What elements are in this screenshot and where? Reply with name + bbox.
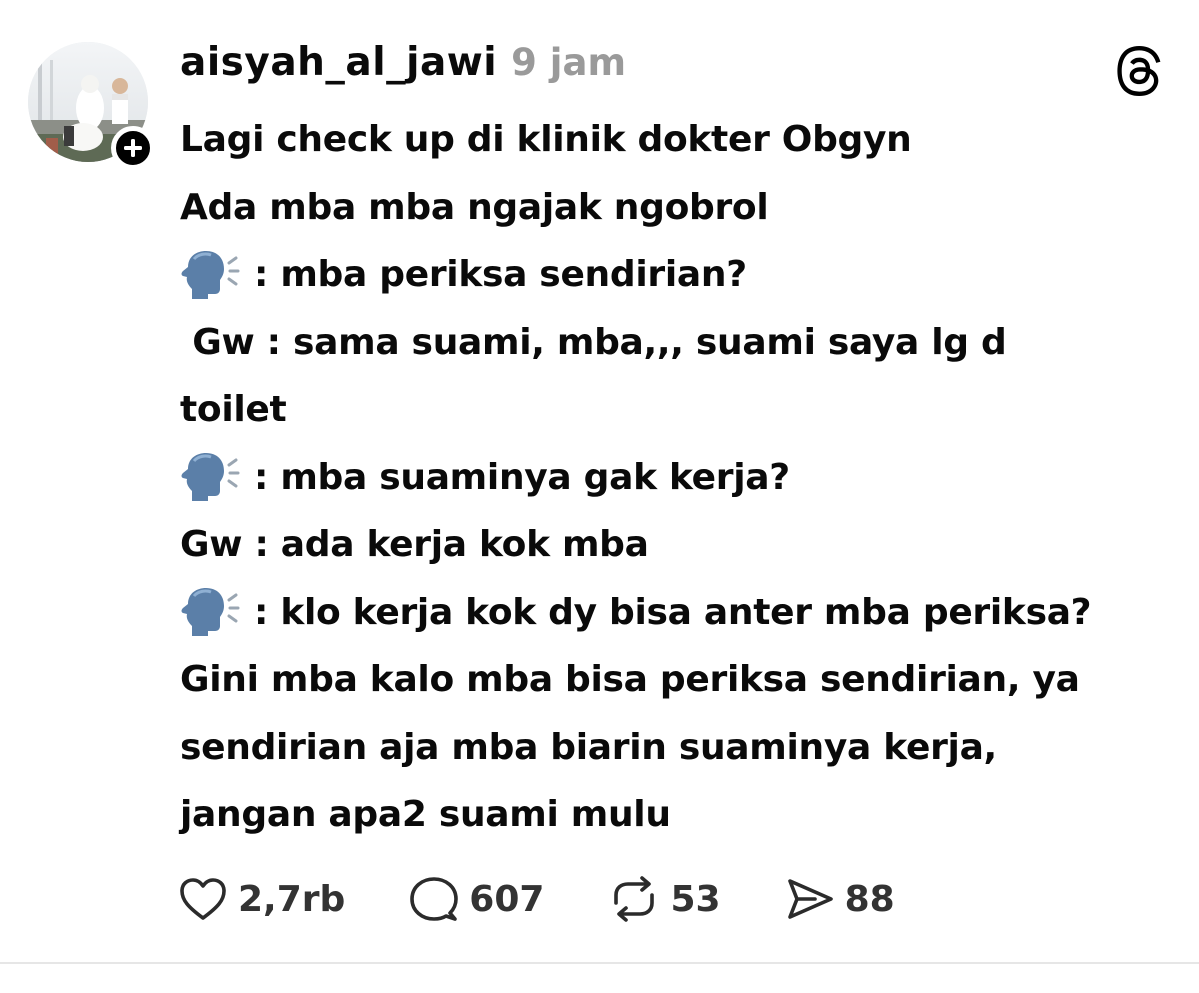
post-line: Gw : sama suami, mba,,, suami saya lg d (180, 309, 1180, 377)
repost-count: 53 (670, 878, 721, 920)
comment-icon (410, 877, 459, 921)
post-line: sendirian aja mba biarin suaminya kerja, (180, 714, 1180, 782)
post-line: : klo kerja kok dy bisa anter mba periks… (180, 579, 1180, 647)
post-line-text: jangan apa2 suami mulu (180, 794, 671, 835)
post-divider (0, 962, 1199, 964)
post-line-text: : klo kerja kok dy bisa anter mba periks… (254, 591, 1092, 633)
post-line: jangan apa2 suami mulu (180, 781, 1180, 849)
post-line-text: Gw : ada kerja kok mba (180, 524, 649, 565)
post-line-text: Gw : sama suami, mba,,, suami saya lg d (180, 321, 1007, 363)
post-time: 9 jam (511, 41, 627, 84)
post-line-text: Lagi check up di klinik dokter Obgyn (180, 119, 912, 160)
post-header: aisyah_al_jawi 9 jam (180, 40, 626, 102)
reply-count: 607 (469, 878, 545, 920)
post-line-text: : mba periksa sendirian? (254, 254, 747, 295)
repost-icon (614, 876, 655, 922)
avatar-container[interactable] (28, 42, 155, 170)
post-line-text: Ada mba mba ngajak ngobrol (180, 186, 769, 228)
plus-icon (124, 139, 142, 157)
post-line: : mba periksa sendirian? (180, 241, 1180, 309)
post-body: Lagi check up di klinik dokter Obgyn Ada… (180, 106, 1180, 849)
speaking-head-icon (180, 249, 242, 301)
like-button[interactable]: 2,7rb (178, 876, 345, 922)
post-line: Lagi check up di klinik dokter Obgyn (180, 106, 1180, 174)
post-line: : mba suaminya gak kerja? (180, 444, 1180, 512)
post-line-text: : mba suaminya gak kerja? (254, 456, 790, 498)
post-line: Ada mba mba ngajak ngobrol (180, 174, 1180, 242)
share-button[interactable]: 88 (785, 876, 895, 922)
thread-post: aisyah_al_jawi 9 jam Lagi check up di kl… (0, 0, 1199, 964)
post-line: toilet (180, 376, 1180, 444)
reply-button[interactable]: 607 (409, 875, 544, 923)
post-line: Gw : ada kerja kok mba (180, 511, 1180, 579)
action-bar: 2,7rb 607 53 88 (178, 868, 959, 930)
post-line-text: toilet (180, 389, 287, 430)
send-icon (787, 879, 833, 919)
heart-icon (180, 878, 226, 920)
threads-logo-icon[interactable] (1114, 44, 1164, 98)
username[interactable]: aisyah_al_jawi (180, 40, 497, 85)
follow-button[interactable] (111, 126, 155, 170)
post-line: Gini mba kalo mba bisa periksa sendirian… (180, 646, 1180, 714)
speaking-head-icon (180, 451, 242, 503)
share-count: 88 (844, 878, 895, 920)
speaking-head-icon (180, 586, 242, 638)
post-line-text: sendirian aja mba biarin suaminya kerja, (180, 726, 997, 768)
like-count: 2,7rb (238, 878, 346, 920)
repost-button[interactable]: 53 (608, 875, 721, 923)
post-line-text: Gini mba kalo mba bisa periksa sendirian… (180, 659, 1080, 700)
